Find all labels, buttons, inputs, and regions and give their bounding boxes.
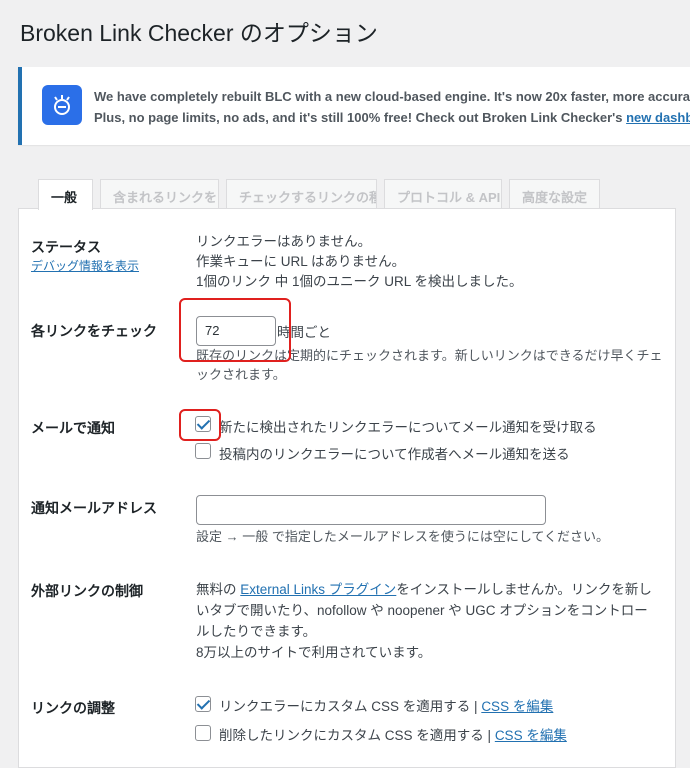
page-title: Broken Link Checker のオプション bbox=[20, 20, 378, 46]
separator: | bbox=[487, 728, 492, 743]
external-links-line-3: ルしたりできます。 bbox=[196, 624, 317, 639]
highlight-box bbox=[179, 298, 291, 362]
check-interval-desc-2: ックされます。 bbox=[196, 367, 286, 382]
external-links-line-2: いタブで開いたり、nofollow や noopener や UGC オプション… bbox=[196, 603, 648, 618]
notify-address-description: 設定 → 一般 で指定したメールアドレスを使うには空にしてください。 bbox=[196, 527, 609, 547]
notice-line-1: We have completely rebuilt BLC with a ne… bbox=[94, 89, 690, 104]
edit-removed-link-css-link[interactable]: CSS を編集 bbox=[495, 728, 567, 743]
removed-link-css-checkbox[interactable] bbox=[195, 725, 211, 741]
settings-panel: ステータス デバッグ情報を表示 リンクエラーはありません。 作業キューに URL… bbox=[18, 208, 676, 768]
broken-link-css-row: リンクエラーにカスタム CSS を適用する | CSS を編集 bbox=[219, 695, 553, 715]
external-links-plugin-link[interactable]: External Links プラグイン bbox=[240, 582, 396, 597]
status-line-2: 作業キューに URL はありません。 bbox=[196, 254, 406, 269]
external-links-line-1-rest: をインストールしませんか。リンクを新し bbox=[396, 582, 652, 597]
tab-protocols-api[interactable]: プロトコル & API bbox=[384, 179, 502, 209]
notify-new-errors-label: 新たに検出されたリンクエラーについてメール通知を受け取る bbox=[219, 420, 597, 435]
edit-broken-link-css-link[interactable]: CSS を編集 bbox=[481, 699, 553, 714]
notice-text: We have completely rebuilt BLC with a ne… bbox=[94, 86, 690, 128]
link-tweaks-label: リンクの調整 bbox=[31, 700, 115, 716]
external-links-prefix: 無料の bbox=[196, 582, 241, 597]
external-links-line-4: 8万以上のサイトで利用されています。 bbox=[196, 645, 432, 660]
status-line-1: リンクエラーはありません。 bbox=[196, 234, 372, 249]
notify-address-desc-text: 設定 → 一般 で指定したメールアドレスを使うには空にしてください。 bbox=[196, 529, 610, 544]
external-links-line-1: 無料の External Links プラグインをインストールしませんか。リンク… bbox=[196, 579, 652, 600]
tab-advanced[interactable]: 高度な設定 bbox=[509, 179, 600, 209]
removed-link-css-label: 削除したリンクにカスタム CSS を適用する bbox=[219, 728, 484, 743]
debug-info-link[interactable]: デバッグ情報を表示 bbox=[31, 257, 139, 274]
notify-address-input[interactable] bbox=[196, 495, 546, 525]
tab-link-types[interactable]: チェックするリンクの種 bbox=[226, 179, 377, 209]
blc-logo-icon bbox=[42, 85, 82, 125]
removed-link-css-row: 削除したリンクにカスタム CSS を適用する | CSS を編集 bbox=[219, 724, 567, 744]
rebuild-notice: We have completely rebuilt BLC with a ne… bbox=[18, 67, 690, 145]
broken-link-css-label: リンクエラーにカスタム CSS を適用する bbox=[219, 699, 471, 714]
external-links-label: 外部リンクの制御 bbox=[31, 583, 143, 599]
check-interval-label: 各リンクをチェック bbox=[31, 323, 157, 339]
notify-authors-checkbox[interactable] bbox=[195, 443, 211, 459]
highlight-box bbox=[179, 409, 221, 441]
status-line-3: 1個のリンク 中 1個のユニーク URL を検出しました。 bbox=[196, 274, 523, 289]
notice-line-2: Plus, no page limits, no ads, and it's s… bbox=[94, 107, 690, 128]
notice-line-2-text: Plus, no page limits, no ads, and it's s… bbox=[94, 110, 627, 125]
separator: | bbox=[474, 699, 478, 714]
tab-included-links[interactable]: 含まれるリンクを bbox=[100, 179, 219, 209]
external-links-text: 無料の External Links プラグインをインストールしませんか。リンク… bbox=[196, 579, 652, 663]
new-dashboard-link[interactable]: new dashboar bbox=[626, 110, 690, 125]
status-text: リンクエラーはありません。 作業キューに URL はありません。 1個のリンク … bbox=[196, 232, 523, 292]
notify-address-label: 通知メールアドレス bbox=[31, 500, 157, 516]
tab-general[interactable]: 一般 bbox=[38, 179, 93, 210]
notify-authors-label: 投稿内のリンクエラーについて作成者へメール通知を送る bbox=[219, 447, 570, 462]
status-label: ステータス bbox=[31, 239, 101, 255]
broken-link-css-checkbox[interactable] bbox=[195, 696, 211, 712]
email-notify-label: メールで通知 bbox=[31, 420, 115, 436]
